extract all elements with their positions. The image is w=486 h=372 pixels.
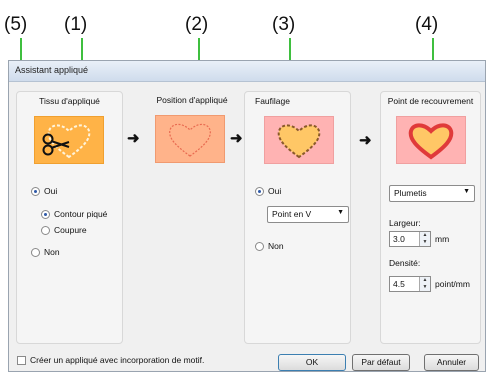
faufilage-thumbnail (264, 116, 334, 164)
radio-unselected-icon (31, 247, 40, 257)
panel-tissu: Tissu d'appliqué Oui Contour piqué Coupu… (16, 91, 123, 344)
panel-recouvrement-title: Point de recouvrement (387, 96, 474, 106)
tissu-thumbnail (34, 116, 104, 164)
faufilage-radio-oui-label: Oui (268, 186, 282, 196)
heart-filled-icon (408, 123, 454, 160)
largeur-value: 3.0 (393, 234, 405, 244)
spin-up-icon[interactable]: ▲ (423, 277, 428, 283)
callout-4: (4) (415, 14, 439, 35)
applique-wizard-dialog: Assistant appliqué Tissu d'appliqué Oui … (8, 60, 486, 372)
callout-3: (3) (272, 14, 296, 35)
incorporate-motif-checkbox[interactable]: Créer un appliqué avec incorporation de … (17, 355, 204, 365)
recouvrement-thumbnail (396, 116, 466, 164)
arrow-right-icon: ➜ (359, 132, 372, 149)
panel-faufilage-title: Faufilage (255, 96, 290, 106)
tissu-radio-coupure-label: Coupure (54, 225, 87, 235)
tissu-radio-coupure[interactable]: Coupure (41, 225, 87, 235)
tissu-radio-oui-label: Oui (44, 186, 58, 196)
densite-value: 4.5 (393, 279, 405, 289)
default-button[interactable]: Par défaut (352, 354, 410, 371)
dropdown-caret-icon: ▼ (463, 188, 470, 195)
radio-selected-icon (255, 186, 264, 196)
window-title: Assistant appliqué (15, 65, 89, 75)
tissu-radio-non-label: Non (44, 247, 60, 257)
faufilage-radio-non-label: Non (268, 241, 284, 251)
recouvrement-stitch-select[interactable]: Plumetis ▼ (389, 185, 475, 202)
densite-spinbox[interactable]: 4.5 ▲ ▼ (389, 276, 431, 292)
spin-buttons[interactable]: ▲ ▼ (419, 232, 430, 246)
radio-unselected-icon (255, 241, 264, 251)
radio-selected-icon (31, 186, 40, 196)
panel-position: Position d'appliqué (142, 91, 242, 344)
heart-dashed-icon (277, 124, 321, 159)
radio-selected-icon (41, 209, 50, 219)
largeur-spinbox[interactable]: 3.0 ▲ ▼ (389, 231, 431, 247)
faufilage-select-value: Point en V (272, 209, 312, 219)
spin-down-icon[interactable]: ▼ (423, 239, 428, 245)
dropdown-caret-icon: ▼ (337, 209, 344, 216)
densite-unit: point/mm (435, 279, 470, 289)
radio-unselected-icon (41, 225, 50, 235)
incorporate-motif-label: Créer un appliqué avec incorporation de … (30, 355, 205, 365)
densite-label: Densité: (389, 258, 421, 268)
spin-down-icon[interactable]: ▼ (423, 284, 428, 290)
panel-tissu-title: Tissu d'appliqué (39, 96, 100, 106)
scissors-heart-icon (42, 124, 91, 159)
panel-recouvrement: Point de recouvrement Plumetis ▼ Largeur… (380, 91, 481, 344)
largeur-label: Largeur: (389, 218, 421, 228)
panel-faufilage: Faufilage Oui Point en V ▼ Non (244, 91, 351, 344)
cancel-button[interactable]: Annuler (424, 354, 479, 371)
tissu-radio-contour-label: Contour piqué (54, 209, 108, 219)
faufilage-stitch-select[interactable]: Point en V ▼ (267, 206, 349, 223)
tissu-radio-non[interactable]: Non (31, 247, 60, 257)
tissu-radio-contour[interactable]: Contour piqué (41, 209, 107, 219)
title-bar: Assistant appliqué (9, 61, 485, 82)
callout-2: (2) (185, 14, 209, 35)
spin-buttons[interactable]: ▲ ▼ (419, 277, 430, 291)
spin-up-icon[interactable]: ▲ (423, 232, 428, 238)
ok-button[interactable]: OK (278, 354, 346, 371)
callout-5: (5) (4, 14, 28, 35)
arrow-right-icon: ➜ (127, 130, 140, 147)
checkbox-unchecked-icon (17, 355, 26, 365)
panel-position-title: Position d'appliqué (156, 95, 228, 105)
heart-outline-icon (169, 123, 211, 157)
faufilage-radio-oui[interactable]: Oui (255, 186, 281, 196)
recouvrement-select-value: Plumetis (394, 188, 427, 198)
tissu-radio-oui[interactable]: Oui (31, 186, 57, 196)
position-thumbnail (155, 115, 225, 163)
callout-1: (1) (64, 14, 88, 35)
faufilage-radio-non[interactable]: Non (255, 241, 284, 251)
largeur-unit: mm (435, 234, 450, 244)
arrow-right-icon: ➜ (230, 130, 243, 147)
